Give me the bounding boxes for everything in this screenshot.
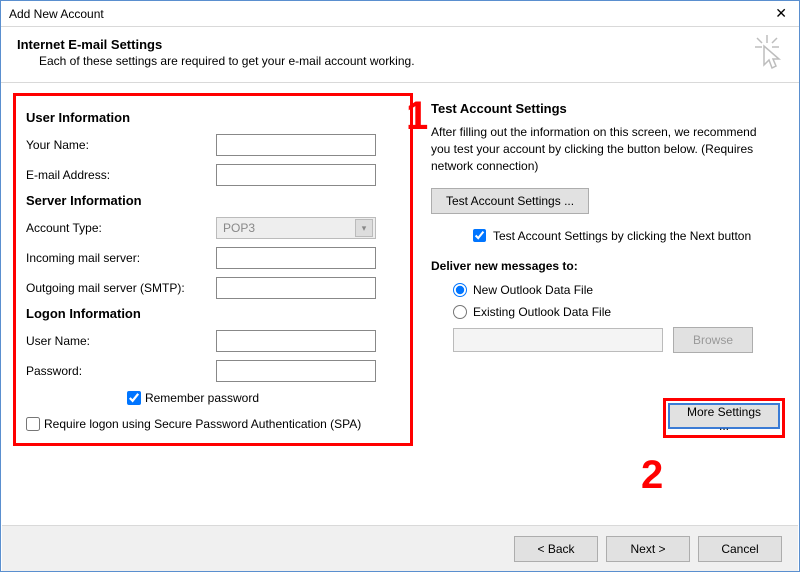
account-type-select: POP3 ▾ (216, 217, 376, 239)
email-input[interactable] (216, 164, 376, 186)
window-title: Add New Account (9, 7, 104, 21)
radio-new-label: New Outlook Data File (473, 283, 593, 297)
radio-existing-label: Existing Outlook Data File (473, 305, 611, 319)
incoming-server-input[interactable] (216, 247, 376, 269)
chevron-down-icon: ▾ (355, 219, 373, 237)
account-type-label: Account Type: (26, 221, 216, 235)
header-title: Internet E-mail Settings (17, 37, 783, 52)
next-button[interactable]: Next > (606, 536, 690, 562)
your-name-label: Your Name: (26, 138, 216, 152)
test-on-next-checkbox[interactable] (473, 229, 486, 242)
browse-button: Browse (673, 327, 753, 353)
remember-password-checkbox[interactable] (127, 391, 141, 405)
account-type-value: POP3 (223, 221, 255, 235)
left-panel: User Information Your Name: E-mail Addre… (13, 93, 413, 446)
deliver-heading: Deliver new messages to: (431, 259, 787, 273)
email-label: E-mail Address: (26, 168, 216, 182)
content-area: User Information Your Name: E-mail Addre… (1, 83, 799, 446)
your-name-input[interactable] (216, 134, 376, 156)
more-settings-button[interactable]: More Settings ... (668, 403, 780, 429)
incoming-label: Incoming mail server: (26, 251, 216, 265)
back-button[interactable]: < Back (514, 536, 598, 562)
outgoing-label: Outgoing mail server (SMTP): (26, 281, 216, 295)
username-input[interactable] (216, 330, 376, 352)
spa-checkbox[interactable] (26, 417, 40, 431)
user-info-heading: User Information (26, 110, 400, 125)
existing-file-path-input (453, 328, 663, 352)
outgoing-server-input[interactable] (216, 277, 376, 299)
password-label: Password: (26, 364, 216, 378)
server-info-heading: Server Information (26, 193, 400, 208)
password-input[interactable] (216, 360, 376, 382)
callout-number-1: 1 (406, 96, 428, 136)
dialog-footer: < Back Next > Cancel (2, 525, 798, 571)
spa-label: Require logon using Secure Password Auth… (44, 417, 361, 431)
username-label: User Name: (26, 334, 216, 348)
test-settings-text: After filling out the information on thi… (431, 124, 787, 174)
close-icon[interactable]: ✕ (771, 5, 791, 22)
test-account-button[interactable]: Test Account Settings ... (431, 188, 589, 214)
cancel-button[interactable]: Cancel (698, 536, 782, 562)
radio-existing-file[interactable] (453, 305, 467, 319)
callout-number-2: 2 (641, 455, 663, 495)
test-on-next-label: Test Account Settings by clicking the Ne… (493, 229, 751, 243)
titlebar: Add New Account ✕ (1, 1, 799, 27)
remember-password-label: Remember password (145, 391, 259, 405)
add-account-dialog: Add New Account ✕ Internet E-mail Settin… (0, 0, 800, 572)
dialog-header: Internet E-mail Settings Each of these s… (1, 27, 799, 82)
more-settings-highlight: More Settings ... (663, 398, 785, 438)
header-subtitle: Each of these settings are required to g… (39, 54, 783, 68)
radio-new-file[interactable] (453, 283, 467, 297)
right-panel: Test Account Settings After filling out … (431, 93, 787, 446)
test-settings-heading: Test Account Settings (431, 101, 787, 116)
logon-info-heading: Logon Information (26, 306, 400, 321)
cursor-click-icon (749, 33, 785, 73)
